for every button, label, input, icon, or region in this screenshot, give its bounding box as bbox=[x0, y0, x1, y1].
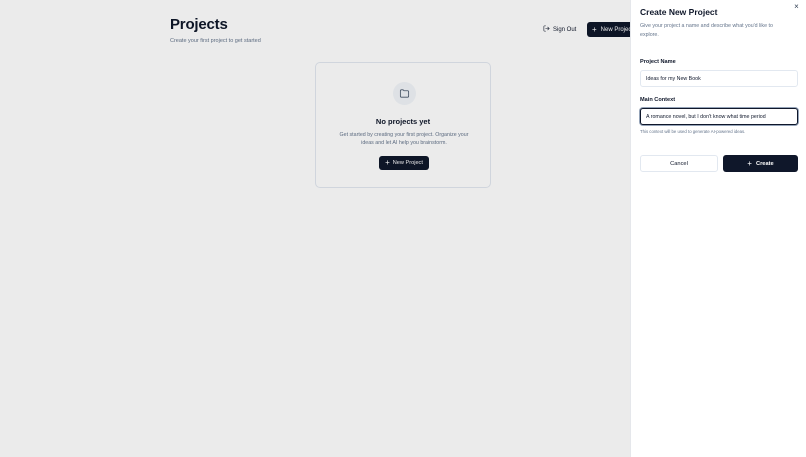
main-context-label: Main Context bbox=[640, 97, 676, 103]
close-icon[interactable]: × bbox=[792, 2, 801, 11]
cancel-label: Cancel bbox=[670, 160, 688, 167]
drawer-description: Give your project a name and describe wh… bbox=[640, 23, 773, 38]
drawer-title: Create New Project bbox=[640, 7, 718, 17]
project-name-label: Project Name bbox=[640, 59, 676, 65]
plus-icon: + bbox=[747, 158, 752, 168]
main-context-input[interactable] bbox=[640, 108, 798, 125]
cancel-button[interactable]: Cancel bbox=[640, 155, 718, 172]
create-button[interactable]: + Create bbox=[723, 155, 798, 172]
create-project-drawer: × Create New Project Give your project a… bbox=[630, 0, 806, 457]
create-label: Create bbox=[755, 160, 774, 167]
main-context-helper: This context will be used to generate AI… bbox=[640, 129, 746, 134]
project-name-input[interactable] bbox=[640, 70, 798, 87]
